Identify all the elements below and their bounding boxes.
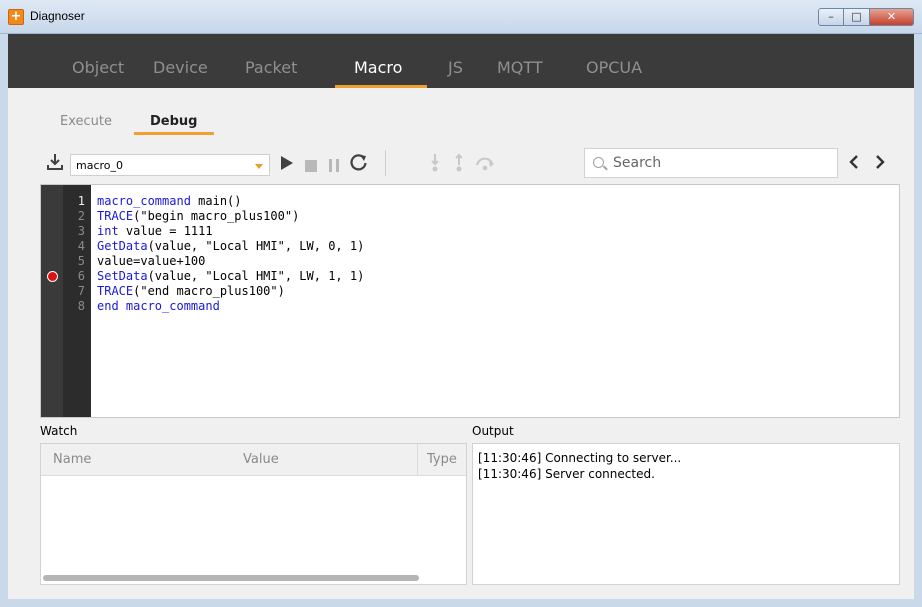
line-number: 6 <box>77 269 85 283</box>
subtab-debug[interactable]: Debug <box>150 114 197 129</box>
active-tab-indicator <box>335 85 427 88</box>
line-number: 1 <box>77 194 85 208</box>
macro-select-value: macro_0 <box>76 159 124 172</box>
code-line[interactable]: 6 SetData(value, "Local HMI", LW, 1, 1) <box>41 269 901 284</box>
download-icon[interactable] <box>46 152 64 176</box>
code-text: int value = 1111 <box>97 224 213 239</box>
minimize-button[interactable]: – <box>818 8 844 26</box>
code-rest: (value, "Local HMI", LW, 0, 1) <box>147 239 365 253</box>
code-keyword: int <box>97 224 119 238</box>
dropdown-arrow-icon <box>255 164 263 169</box>
top-navigation: Object Device Packet Macro JS MQTT OPCUA <box>8 34 914 88</box>
maximize-button[interactable]: □ <box>844 8 870 26</box>
pause-icon[interactable] <box>328 157 340 176</box>
code-line[interactable]: 3 int value = 1111 <box>41 224 901 239</box>
line-number: 5 <box>77 254 85 268</box>
line-number: 3 <box>77 224 85 238</box>
breakpoint-icon[interactable] <box>47 271 58 282</box>
stop-icon[interactable] <box>305 157 317 176</box>
code-keyword: macro_command <box>97 194 191 208</box>
code-text: end macro_command <box>97 299 220 314</box>
title-bar: + Diagnoser – □ ✕ <box>0 0 922 34</box>
code-text: TRACE("begin macro_plus100") <box>97 209 299 224</box>
code-text: GetData(value, "Local HMI", LW, 0, 1) <box>97 239 364 254</box>
code-rest: value = 1111 <box>118 224 213 238</box>
code-text: TRACE("end macro_plus100") <box>97 284 285 299</box>
code-keyword: TRACE <box>97 209 134 223</box>
window-title: Diagnoser <box>30 9 85 23</box>
refresh-icon[interactable] <box>350 153 368 175</box>
main-frame: Object Device Packet Macro JS MQTT OPCUA… <box>8 34 914 599</box>
code-editor[interactable]: 1 macro_command main() 2 TRACE("begin ma… <box>40 184 900 418</box>
code-line[interactable]: 1 macro_command main() <box>41 194 901 209</box>
code-line[interactable]: 4 GetData(value, "Local HMI", LW, 0, 1) <box>41 239 901 254</box>
output-line: [11:30:46] Server connected. <box>478 467 655 481</box>
step-out-icon[interactable] <box>454 153 464 177</box>
play-icon[interactable] <box>280 155 294 175</box>
output-panel[interactable]: [11:30:46] Connecting to server... [11:3… <box>472 443 900 585</box>
active-subtab-indicator <box>134 132 214 135</box>
column-header-value[interactable]: Value <box>243 452 279 467</box>
code-text: macro_command main() <box>97 194 242 209</box>
step-into-icon[interactable] <box>430 153 440 177</box>
chevron-left-icon[interactable] <box>848 154 860 174</box>
column-header-name[interactable]: Name <box>53 452 91 467</box>
subtab-execute[interactable]: Execute <box>60 114 112 129</box>
watch-panel[interactable]: Name Value Type <box>40 443 467 585</box>
output-label: Output <box>472 424 514 438</box>
line-number: 8 <box>77 299 85 313</box>
code-rest: ("begin macro_plus100") <box>133 209 300 223</box>
code-text: value=value+100 <box>97 254 205 269</box>
macro-select[interactable]: macro_0 <box>70 154 270 176</box>
search-box[interactable] <box>584 148 838 178</box>
code-rest: (value, "Local HMI", LW, 1, 1) <box>147 269 365 283</box>
window-controls: – □ ✕ <box>818 8 914 26</box>
toolbar-divider <box>385 150 386 176</box>
watch-header: Name Value Type <box>41 444 466 476</box>
search-icon <box>593 157 604 168</box>
chevron-right-icon[interactable] <box>874 154 886 174</box>
code-rest: ("end macro_plus100") <box>133 284 285 298</box>
code-rest: main() <box>190 194 242 208</box>
code-keyword: SetData <box>97 269 148 283</box>
code-keyword: TRACE <box>97 284 134 298</box>
column-header-type[interactable]: Type <box>427 452 457 467</box>
app-icon: + <box>8 9 24 25</box>
watch-label: Watch <box>40 424 78 438</box>
column-divider[interactable] <box>417 444 418 476</box>
line-number: 2 <box>77 209 85 223</box>
code-keyword: GetData <box>97 239 148 253</box>
code-rest: value=value+100 <box>97 254 206 268</box>
horizontal-scrollbar[interactable] <box>43 575 419 581</box>
output-line: [11:30:46] Connecting to server... <box>478 451 682 465</box>
code-keyword: end macro_command <box>97 299 220 313</box>
step-over-icon[interactable] <box>474 155 496 175</box>
code-text: SetData(value, "Local HMI", LW, 1, 1) <box>97 269 364 284</box>
line-number: 4 <box>77 239 85 253</box>
search-input[interactable] <box>611 153 831 173</box>
line-number: 7 <box>77 284 85 298</box>
close-button[interactable]: ✕ <box>870 8 914 26</box>
code-line[interactable]: 8 end macro_command <box>41 299 901 314</box>
code-line[interactable]: 7 TRACE("end macro_plus100") <box>41 284 901 299</box>
code-line[interactable]: 5 value=value+100 <box>41 254 901 269</box>
code-line[interactable]: 2 TRACE("begin macro_plus100") <box>41 209 901 224</box>
